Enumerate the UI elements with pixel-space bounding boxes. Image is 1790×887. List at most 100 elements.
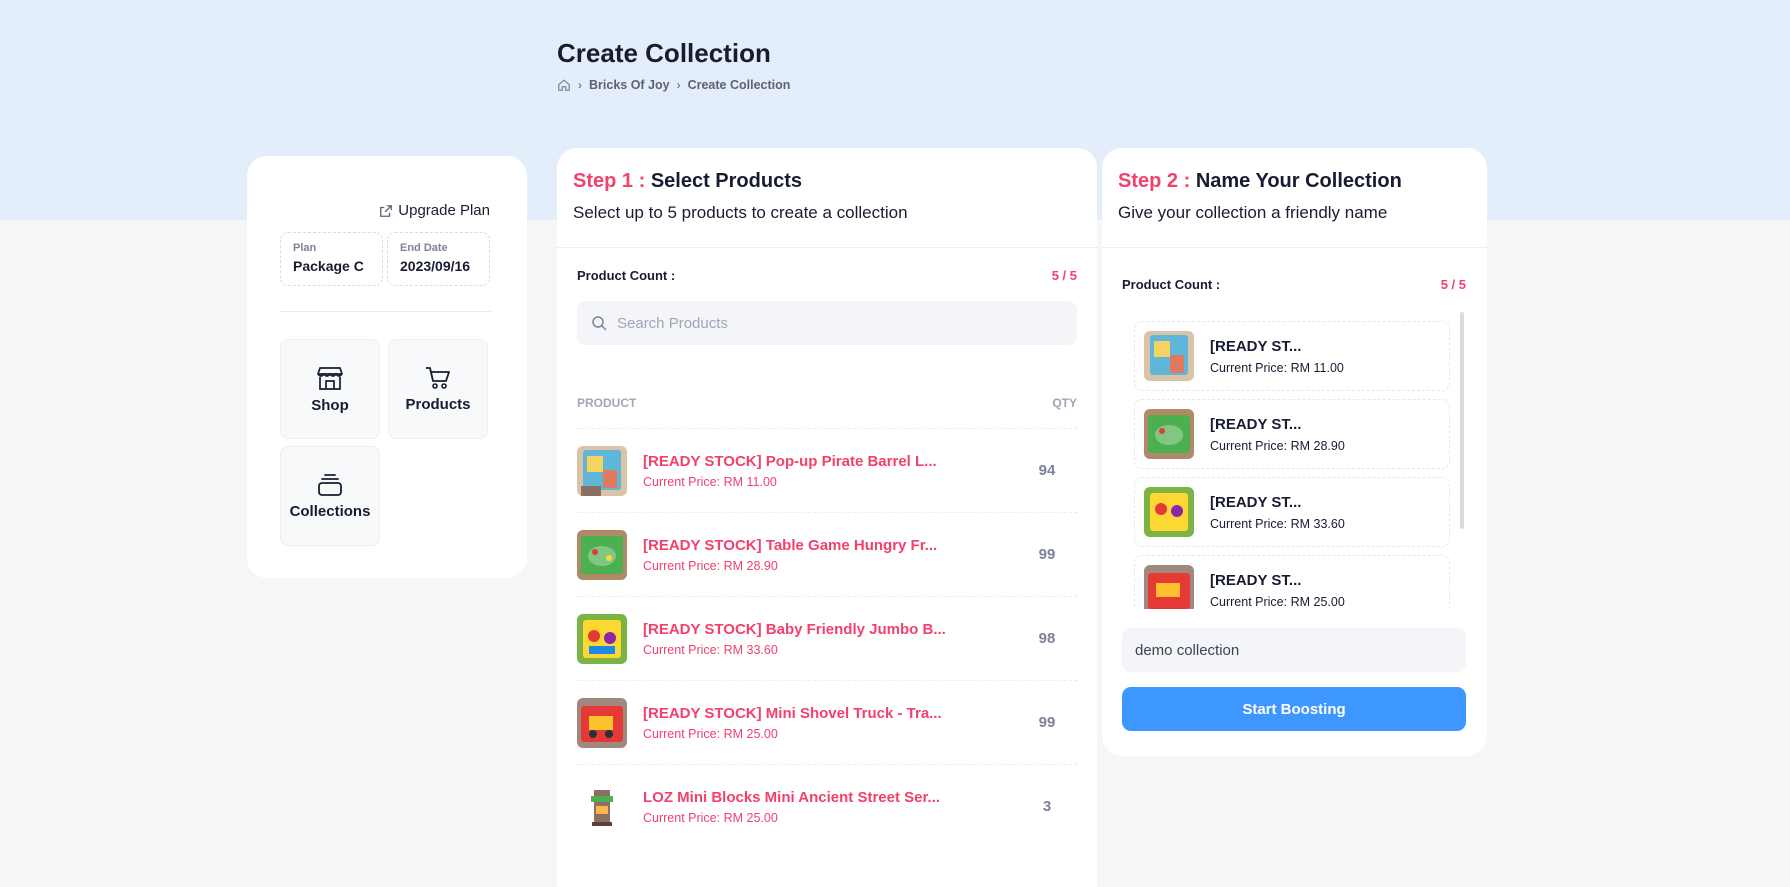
step1-subtitle: Select up to 5 products to create a coll… [573,203,908,222]
product-thumbnail [577,529,627,580]
selected-product-name: [READY ST... [1210,493,1302,511]
search-input[interactable] [617,314,1057,332]
selected-product-card[interactable]: [READY ST... Current Price: RM 25.00 [1134,555,1450,609]
collections-tile-label: Collections [289,502,371,520]
selected-product-info: [READY ST... Current Price: RM 28.90 [1210,416,1345,453]
page-title: Create Collection [557,38,771,68]
start-boosting-button[interactable]: Start Boosting [1122,687,1466,731]
product-price: Current Price: RM 33.60 [643,642,778,657]
step1-title-text: Select Products [650,170,802,192]
collections-icon [318,473,342,496]
product-thumbnail [577,445,627,496]
divider [280,311,491,312]
product-qty: 99 [1038,714,1056,731]
step1-product-count: Product Count : 5 / 5 [577,268,1077,283]
step1-card: Step 1 : Select Products Select up to 5 … [557,148,1097,887]
step1-title: Step 1 : Select Products [573,170,1081,193]
product-info: [READY STOCK] Mini Shovel Truck - Tra...… [643,705,1027,741]
col-header-qty: QTY [1052,396,1077,410]
product-row[interactable]: [READY STOCK] Baby Friendly Jumbo B... C… [577,596,1077,680]
external-link-icon [380,204,393,217]
product-name[interactable]: LOZ Mini Blocks Mini Ancient Street Ser.… [643,789,1027,806]
product-row[interactable]: LOZ Mini Blocks Mini Ancient Street Ser.… [577,764,1077,848]
search-icon [592,316,607,331]
search-bar [577,301,1077,345]
selected-product-name: [READY ST... [1210,571,1302,589]
product-thumbnail [577,697,627,748]
product-name[interactable]: [READY STOCK] Baby Friendly Jumbo B... [643,621,1027,638]
selected-product-card[interactable]: [READY ST... Current Price: RM 33.60 [1134,477,1450,547]
home-icon[interactable] [557,78,571,92]
selected-product-price: Current Price: RM 11.00 [1210,360,1344,375]
product-thumbnail [1144,487,1194,537]
product-qty: 99 [1038,546,1056,563]
product-price: Current Price: RM 11.00 [643,474,777,489]
product-count-label: Product Count : [1122,277,1221,292]
selected-product-card[interactable]: [READY ST... Current Price: RM 28.90 [1134,399,1450,469]
products-tile[interactable]: Products [388,339,488,439]
step2-title-text: Name Your Collection [1195,170,1402,192]
step1-header: Step 1 : Select Products Select up to 5 … [557,148,1097,248]
step2-header: Step 2 : Name Your Collection Give your … [1102,148,1487,248]
product-qty: 98 [1038,630,1056,647]
product-row[interactable]: [READY STOCK] Table Game Hungry Fr... Cu… [577,512,1077,596]
step2-subtitle: Give your collection a friendly name [1118,203,1388,222]
breadcrumb-item-shop[interactable]: Bricks Of Joy [589,78,670,92]
product-row[interactable]: [READY STOCK] Pop-up Pirate Barrel L... … [577,428,1077,512]
selected-product-price: Current Price: RM 25.00 [1210,594,1345,609]
product-thumbnail [577,613,627,664]
end-date-label: End Date [400,242,448,254]
selected-product-name: [READY ST... [1210,337,1302,355]
shop-tile[interactable]: Shop [280,339,380,439]
plan-info: Plan Package C End Date 2023/09/16 [280,232,490,286]
product-info: [READY STOCK] Baby Friendly Jumbo B... C… [643,621,1027,657]
product-qty: 94 [1038,462,1056,479]
end-date-box: End Date 2023/09/16 [387,232,490,286]
product-count-value: 5 / 5 [1440,277,1466,292]
products-tile-label: Products [405,395,471,413]
shop-tile-label: Shop [311,396,349,414]
product-info: [READY STOCK] Pop-up Pirate Barrel L... … [643,453,1027,489]
selected-list-scrollbar[interactable] [1460,312,1464,529]
step2-card: Step 2 : Name Your Collection Give your … [1102,148,1487,756]
selected-product-card[interactable]: [READY ST... Current Price: RM 11.00 [1134,321,1450,391]
selected-product-info: [READY ST... Current Price: RM 33.60 [1210,494,1345,531]
step2-product-count: Product Count : 5 / 5 [1122,277,1466,292]
shop-icon [317,366,343,390]
step2-title: Step 2 : Name Your Collection [1118,170,1471,193]
plan-label: Plan [293,242,317,254]
product-price: Current Price: RM 28.90 [643,558,778,573]
collection-name-input[interactable] [1122,628,1466,672]
selected-product-price: Current Price: RM 33.60 [1210,516,1345,531]
product-count-label: Product Count : [577,268,676,283]
product-thumbnail [1144,565,1194,609]
plan-box: Plan Package C [280,232,383,286]
product-count-value: 5 / 5 [1051,268,1077,283]
product-name[interactable]: [READY STOCK] Table Game Hungry Fr... [643,537,1027,554]
product-info: [READY STOCK] Table Game Hungry Fr... Cu… [643,537,1027,573]
cart-icon [426,366,450,389]
chevron-right-icon: › [578,78,582,92]
breadcrumb: › Bricks Of Joy › Create Collection [557,78,790,92]
upgrade-plan-link[interactable]: Upgrade Plan [379,202,490,219]
product-price: Current Price: RM 25.00 [643,810,778,825]
selected-product-price: Current Price: RM 28.90 [1210,438,1345,453]
product-price: Current Price: RM 25.00 [643,726,778,741]
product-thumbnail [577,781,627,832]
selected-product-name: [READY ST... [1210,415,1302,433]
product-row[interactable]: [READY STOCK] Mini Shovel Truck - Tra...… [577,680,1077,764]
product-info: LOZ Mini Blocks Mini Ancient Street Ser.… [643,789,1027,825]
upgrade-plan-label: Upgrade Plan [398,202,490,219]
product-name[interactable]: [READY STOCK] Mini Shovel Truck - Tra... [643,705,1027,722]
collections-tile[interactable]: Collections [280,446,380,546]
selected-products-list[interactable]: [READY ST... Current Price: RM 11.00 [RE… [1122,311,1467,609]
plan-value: Package C [293,258,364,274]
step2-prefix: Step 2 : [1118,170,1191,192]
step1-prefix: Step 1 : [573,170,646,192]
product-name[interactable]: [READY STOCK] Pop-up Pirate Barrel L... [643,453,1027,470]
selected-product-info: [READY ST... Current Price: RM 25.00 [1210,572,1345,609]
col-header-product: PRODUCT [577,396,637,410]
product-qty: 3 [1042,798,1052,815]
page-header: Create Collection › Bricks Of Joy › Crea… [557,38,790,92]
product-thumbnail [1144,331,1194,381]
